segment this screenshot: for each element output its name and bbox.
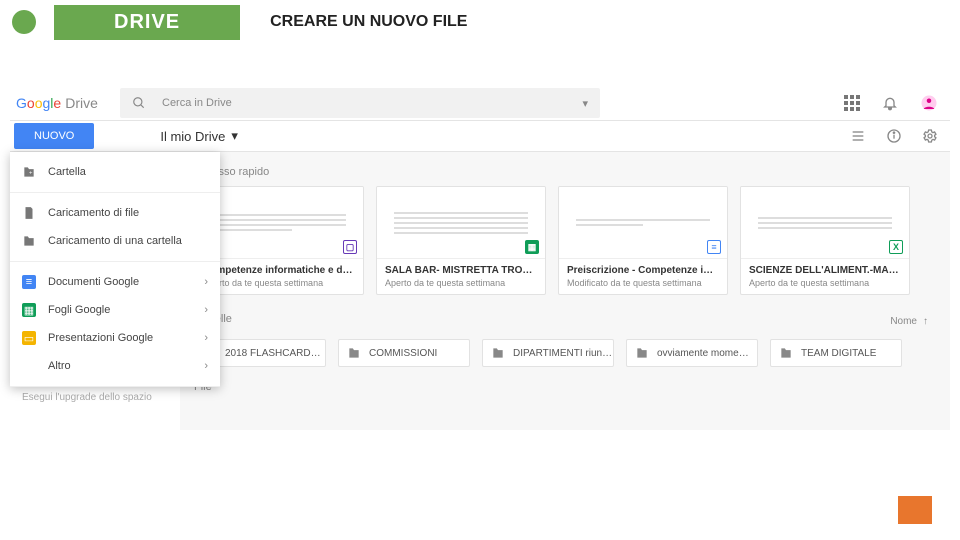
breadcrumb[interactable]: Il mio Drive ▾ (160, 128, 238, 144)
file-upload-icon (22, 206, 36, 220)
sidebar-item-upgrade[interactable]: Esegui l'upgrade dello spazio (10, 386, 180, 409)
folder-name: 2018 FLASHCARD… (225, 348, 321, 359)
gear-icon[interactable] (922, 128, 938, 144)
list-view-icon[interactable] (850, 128, 866, 144)
slide-accent-square (898, 496, 932, 524)
folder-icon (491, 346, 505, 360)
search-placeholder: Cerca in Drive (162, 97, 582, 109)
folder-item[interactable]: TEAM DIGITALE (770, 339, 902, 367)
card-title: SALA BAR- MISTRETTA TROCINO.xlsx (385, 265, 537, 276)
upgrade-label: Esegui l'upgrade dello spazio (22, 392, 152, 403)
quick-card[interactable]: X SCIENZE DELL'ALIMENT.-MARUCA.xlsx Apert… (740, 186, 910, 295)
card-title: SCIENZE DELL'ALIMENT.-MARUCA.xlsx (749, 265, 901, 276)
search-icon (132, 96, 146, 110)
app-body: Copie di backup 3 GB di 15 GB in uso Ese… (10, 152, 950, 430)
sort-label: Nome (890, 316, 917, 327)
quick-access-label: Accesso rapido (194, 166, 936, 178)
slide-subtitle: CREARE UN NUOVO FILE (270, 13, 467, 31)
chevron-right-icon: › (204, 276, 208, 288)
folder-item[interactable]: DIPARTIMENTI riun… (482, 339, 614, 367)
folder-icon (347, 346, 361, 360)
google-drive-logo[interactable]: Google Drive (10, 95, 120, 111)
location-label: Il mio Drive (160, 129, 225, 144)
menu-label: Altro (48, 360, 71, 372)
slide-header: DRIVE CREARE UN NUOVO FILE (0, 0, 960, 44)
blank-icon (22, 359, 36, 373)
excel-icon: X (889, 240, 903, 254)
menu-label: Fogli Google (48, 304, 110, 316)
slide-badge: DRIVE (54, 5, 240, 40)
chevron-down-icon: ▾ (231, 128, 238, 144)
docs-icon: ≡ (22, 275, 36, 289)
folder-upload-icon (22, 234, 36, 248)
card-subtitle: Modificato da te questa settimana (567, 278, 719, 288)
sheets-icon: ▦ (22, 303, 36, 317)
folder-name: TEAM DIGITALE (801, 348, 876, 359)
menu-item-more[interactable]: Altro › (10, 352, 220, 380)
menu-item-upload-folder[interactable]: Caricamento di una cartella (10, 227, 220, 255)
info-icon[interactable] (886, 128, 902, 144)
product-name: Drive (65, 95, 98, 111)
menu-item-docs[interactable]: ≡ Documenti Google › (10, 268, 220, 296)
menu-label: Caricamento di una cartella (48, 235, 182, 247)
quick-card[interactable]: ▦ SALA BAR- MISTRETTA TROCINO.xlsx Aperto… (376, 186, 546, 295)
arrow-up-icon: ↑ (923, 316, 928, 327)
menu-item-folder[interactable]: + Cartella (10, 158, 220, 186)
new-button[interactable]: NUOVO (14, 123, 94, 149)
svg-text:+: + (29, 170, 33, 176)
chevron-right-icon: › (204, 332, 208, 344)
apps-icon[interactable] (844, 95, 860, 111)
quick-card[interactable]: ≡ Preiscrizione - Competenze informatic…… (558, 186, 728, 295)
main-content: Accesso rapido ▢ Competenze informatiche… (180, 152, 950, 430)
chevron-down-icon[interactable]: ▾ (582, 97, 588, 110)
folder-item[interactable]: ovviamente mome… (626, 339, 758, 367)
docs-icon: ≡ (707, 240, 721, 254)
menu-label: Documenti Google (48, 276, 139, 288)
avatar-icon[interactable] (920, 94, 938, 112)
menu-item-sheets[interactable]: ▦ Fogli Google › (10, 296, 220, 324)
folder-icon (779, 346, 793, 360)
chevron-right-icon: › (204, 304, 208, 316)
folder-name: DIPARTIMENTI riun… (513, 348, 612, 359)
menu-item-upload-file[interactable]: Caricamento di file (10, 199, 220, 227)
folder-name: ovviamente mome… (657, 348, 749, 359)
folder-plus-icon: + (22, 165, 36, 179)
card-title: Preiscrizione - Competenze informatic… (567, 265, 719, 276)
folder-name: COMMISSIONI (369, 348, 437, 359)
card-title: Competenze informatiche e didattica d… (203, 265, 355, 276)
folder-icon (635, 346, 649, 360)
card-subtitle: Aperto da te questa settimana (385, 278, 537, 288)
slides-icon: ▭ (22, 331, 36, 345)
menu-label: Caricamento di file (48, 207, 139, 219)
card-subtitle: Aperto da te questa settimana (749, 278, 901, 288)
quick-access-row: ▢ Competenze informatiche e didattica d…… (194, 186, 936, 295)
menu-label: Cartella (48, 166, 86, 178)
files-label: File (194, 381, 936, 393)
menu-label: Presentazioni Google (48, 332, 153, 344)
drive-app: Google Drive Cerca in Drive ▾ NUOVO Il m… (10, 86, 950, 430)
notifications-icon[interactable] (882, 95, 898, 111)
sheets-icon: ▦ (525, 240, 539, 254)
folder-item[interactable]: COMMISSIONI (338, 339, 470, 367)
topbar-actions (844, 94, 950, 112)
chevron-right-icon: › (204, 360, 208, 372)
new-dropdown: + Cartella Caricamento di file Caricamen… (10, 152, 220, 387)
search-input[interactable]: Cerca in Drive ▾ (120, 88, 600, 118)
toolbar: NUOVO Il mio Drive ▾ (10, 120, 950, 152)
accent-dot (12, 10, 36, 34)
forms-icon: ▢ (343, 240, 357, 254)
topbar: Google Drive Cerca in Drive ▾ (10, 86, 950, 120)
card-subtitle: Aperto da te questa settimana (203, 278, 355, 288)
sort-control[interactable]: Nome ↑ (890, 316, 936, 327)
folders-row: 2018 FLASHCARD… COMMISSIONI DIPARTIMENTI… (194, 339, 936, 367)
menu-item-slides[interactable]: ▭ Presentazioni Google › (10, 324, 220, 352)
